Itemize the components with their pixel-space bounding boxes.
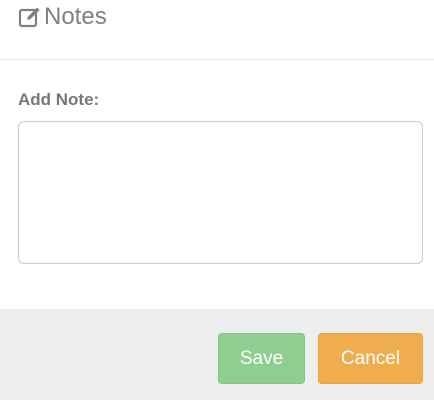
- add-note-label: Add Note:: [18, 90, 100, 109]
- modal-title: Notes: [18, 3, 107, 31]
- save-button[interactable]: Save: [218, 333, 305, 384]
- modal-header: Notes: [0, 0, 434, 60]
- modal-body: Add Note:: [0, 60, 434, 309]
- cancel-button[interactable]: Cancel: [318, 333, 423, 384]
- modal-title-text: Notes: [44, 3, 107, 30]
- edit-icon: [18, 5, 42, 29]
- modal-footer: Save Cancel: [0, 309, 434, 400]
- notes-modal: Notes Add Note: Save Cancel: [0, 0, 434, 400]
- note-textarea[interactable]: [18, 121, 423, 264]
